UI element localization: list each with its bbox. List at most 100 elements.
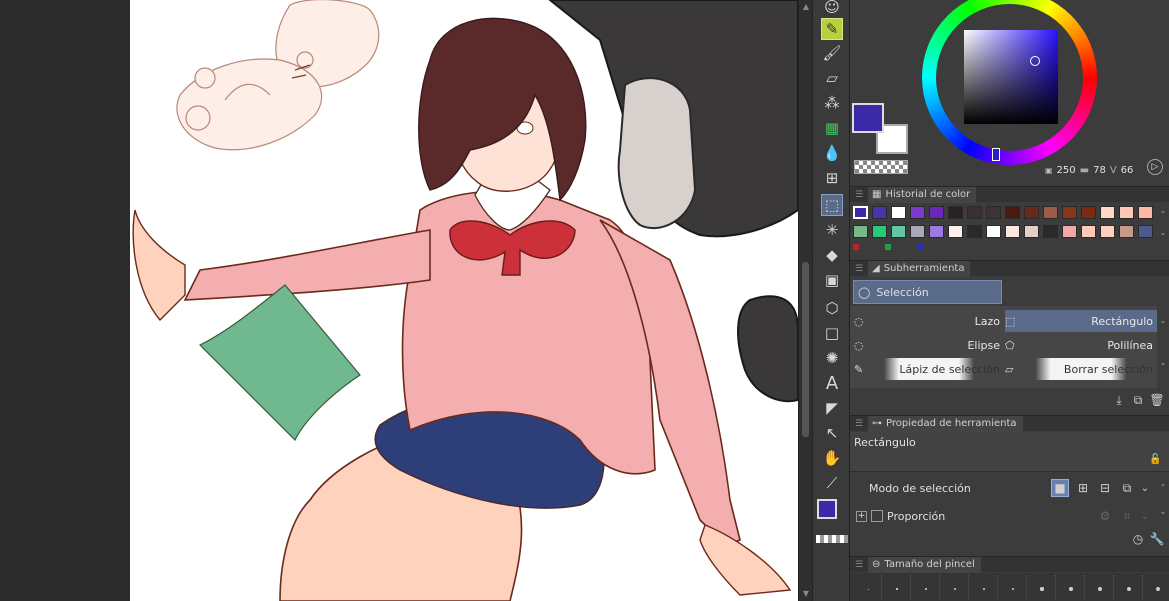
history-scroll[interactable]: ⌃ ⌄	[1158, 206, 1168, 242]
brush-size-preset[interactable]	[912, 575, 940, 599]
history-color-swatch[interactable]	[967, 225, 982, 238]
play-icon[interactable]: ▷	[1147, 159, 1163, 175]
canvas-vertical-scrollbar[interactable]: ▲ ▼	[798, 0, 812, 601]
hsv-v[interactable]: 66	[1121, 165, 1134, 176]
scroll-up-arrow[interactable]: ▲	[801, 2, 811, 12]
transparent-color-swatch[interactable]	[854, 160, 908, 174]
history-color-swatch[interactable]	[891, 225, 906, 238]
history-color-swatch[interactable]	[910, 225, 925, 238]
history-color-swatch[interactable]	[853, 225, 868, 238]
subtool-group-selection[interactable]: ◯ Selección	[853, 280, 1002, 304]
scroll-thumb[interactable]	[802, 262, 809, 437]
3d-object-tool-icon[interactable]: ⬡	[821, 297, 843, 319]
grip-icon[interactable]: ☰	[850, 190, 868, 200]
color-history-grid[interactable]	[853, 206, 1157, 252]
auto-select-tool-icon[interactable]: ✳	[821, 219, 843, 241]
drawing-canvas[interactable]	[130, 0, 798, 601]
history-color-swatch[interactable]	[986, 225, 1001, 238]
history-color-swatch[interactable]	[1024, 206, 1039, 219]
history-color-swatch[interactable]	[1043, 225, 1058, 238]
history-color-swatch[interactable]	[872, 206, 887, 219]
add-selection-icon[interactable]: ⊞	[1074, 479, 1092, 497]
hsv-mode-icon[interactable]: ▣	[1045, 166, 1053, 175]
subtool-scroll[interactable]: ⌃ ⌄	[1158, 306, 1168, 386]
brush-size-grid[interactable]	[850, 573, 1169, 601]
brush-size-preset[interactable]	[1057, 575, 1085, 599]
brush-size-preset[interactable]	[1115, 575, 1143, 599]
color-picker-cursor[interactable]	[1030, 56, 1040, 66]
history-color-swatch[interactable]	[891, 206, 906, 219]
history-color-swatch[interactable]	[1100, 225, 1115, 238]
import-subtool-icon[interactable]: ⤓	[1110, 391, 1128, 409]
brush-size-preset[interactable]	[970, 575, 998, 599]
main-color-swatch[interactable]	[852, 103, 884, 133]
history-color-swatch[interactable]	[1062, 225, 1077, 238]
brush-size-tab[interactable]: ⊖ Tamaño del pincel	[868, 556, 981, 573]
history-color-swatch[interactable]	[967, 206, 982, 219]
text-tool-icon[interactable]: A	[821, 372, 843, 394]
lock-icon[interactable]: 🔓	[1149, 454, 1161, 465]
history-color-swatch[interactable]	[929, 206, 944, 219]
pen-tool-icon[interactable]: ✎	[821, 18, 843, 40]
selection-tool-icon[interactable]: ⬚	[821, 194, 843, 216]
brush-size-preset[interactable]	[941, 575, 969, 599]
history-color-swatch[interactable]	[872, 225, 887, 238]
brush-size-preset[interactable]	[1086, 575, 1114, 599]
tool-property-tab[interactable]: ⊶ Propiedad de herramienta	[868, 415, 1023, 432]
history-color-swatch[interactable]	[929, 225, 944, 238]
history-color-swatch[interactable]	[853, 206, 868, 219]
history-color-swatch[interactable]	[1005, 206, 1020, 219]
balloon-tool-icon[interactable]: ◤	[821, 397, 843, 419]
history-color-swatch[interactable]	[1138, 225, 1153, 238]
brush-size-preset[interactable]	[854, 575, 882, 599]
history-color-swatch[interactable]	[1062, 206, 1077, 219]
grip-icon[interactable]: ☰	[850, 419, 868, 429]
history-color-swatch[interactable]	[1100, 206, 1115, 219]
tool-settings-wrench-icon[interactable]: 🔧	[1148, 530, 1166, 548]
history-color-swatch[interactable]	[1119, 206, 1134, 219]
delete-subtool-icon[interactable]: 🗑	[1148, 391, 1166, 409]
toolbar-main-color-swatch[interactable]	[817, 499, 837, 519]
brush-size-preset[interactable]	[1028, 575, 1056, 599]
history-color-swatch[interactable]	[1005, 225, 1020, 238]
hue-indicator[interactable]	[992, 148, 1000, 161]
subtool-rectangle[interactable]: ⬚ Rectángulo	[1005, 310, 1157, 332]
airbrush-tool-icon[interactable]: ⁂	[821, 92, 843, 114]
eyedropper-tool-icon[interactable]: ⟋	[821, 472, 843, 494]
history-color-swatch[interactable]	[1024, 225, 1039, 238]
tool-property-scroll[interactable]: ⌃ ⌄	[1158, 476, 1168, 528]
scroll-down-arrow[interactable]: ▼	[801, 589, 811, 599]
hsv-h[interactable]: 250	[1057, 165, 1076, 176]
history-color-swatch[interactable]	[1043, 206, 1058, 219]
decoration-tool-icon[interactable]: ▦	[821, 117, 843, 139]
toolbar-transparent-swatch[interactable]	[816, 535, 848, 543]
zoom-tool-icon[interactable]: ☺	[821, 0, 843, 18]
history-color-swatch[interactable]	[1081, 225, 1096, 238]
saturation-value-square[interactable]	[964, 30, 1058, 124]
brush-size-preset[interactable]	[999, 575, 1027, 599]
object-move-tool-icon[interactable]: ↖	[821, 422, 843, 444]
history-color-swatch[interactable]	[986, 206, 1001, 219]
ruler-tool-icon[interactable]: ✺	[821, 347, 843, 369]
reset-tool-icon[interactable]: ◷	[1129, 530, 1147, 548]
eraser-tool-icon[interactable]: ▱	[821, 67, 843, 89]
grip-icon[interactable]: ☰	[850, 264, 868, 274]
brush-tool-icon[interactable]: 🖌	[821, 42, 843, 64]
hsv-s[interactable]: 78	[1093, 165, 1106, 176]
gradient-tool-icon[interactable]: ▣	[821, 269, 843, 291]
intersect-selection-icon[interactable]: ⧉	[1118, 479, 1136, 497]
mesh-transform-icon[interactable]: ⊞	[821, 167, 843, 189]
subtool-tab[interactable]: ◢ Subherramienta	[868, 260, 971, 277]
hand-tool-icon[interactable]: ✋	[821, 447, 843, 469]
history-color-swatch[interactable]	[1138, 206, 1153, 219]
fill-tool-icon[interactable]: ◆	[821, 244, 843, 266]
expand-plus-icon[interactable]: +	[856, 510, 867, 522]
brush-size-preset[interactable]	[1144, 575, 1169, 599]
history-color-swatch[interactable]	[910, 206, 925, 219]
subtool-erase-selection[interactable]: ▱ Borrar selección	[1005, 358, 1157, 380]
history-color-swatch[interactable]	[1119, 225, 1134, 238]
blend-tool-icon[interactable]: 💧	[821, 142, 843, 164]
figure-tool-icon[interactable]: □	[821, 322, 843, 344]
history-color-swatch[interactable]	[948, 206, 963, 219]
brush-size-preset[interactable]	[883, 575, 911, 599]
